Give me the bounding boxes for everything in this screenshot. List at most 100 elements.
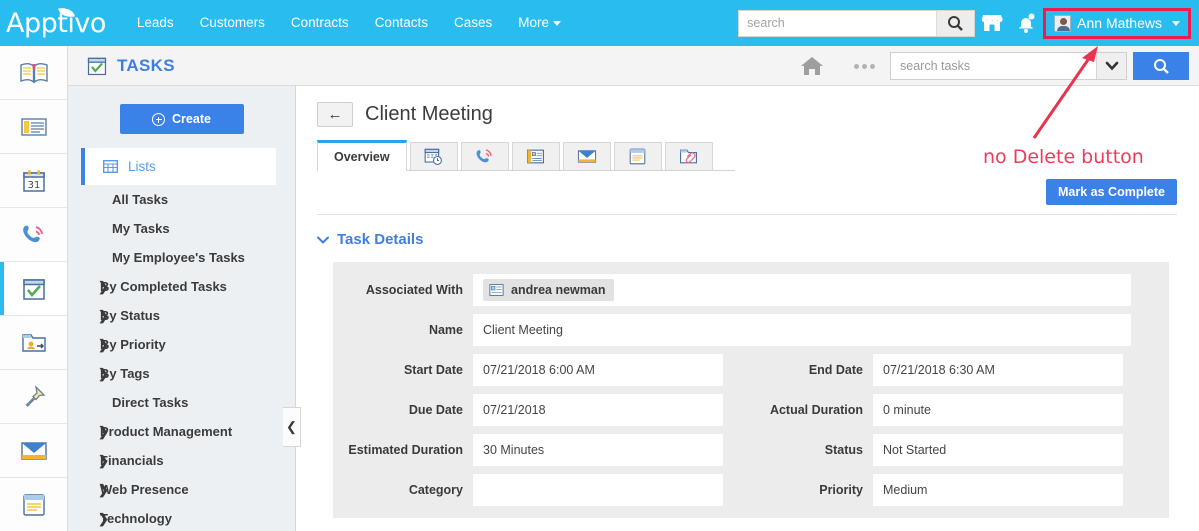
rail-item-tasks[interactable] xyxy=(0,262,67,316)
tasks-check-icon xyxy=(87,57,107,75)
field-value[interactable]: 07/21/2018 6:30 AM xyxy=(873,354,1123,386)
sidebar-item-all-tasks[interactable]: All Tasks xyxy=(68,185,295,214)
chevron-left-icon: ❮ xyxy=(286,419,297,434)
tab-contacts[interactable] xyxy=(511,142,560,170)
sidebar-label: By Completed Tasks xyxy=(100,279,227,294)
book-icon xyxy=(19,62,48,84)
rail-item-book[interactable] xyxy=(0,46,67,100)
sidebar-item-my-employees-tasks[interactable]: My Employee's Tasks xyxy=(68,243,295,272)
record-action-row: Mark as Complete xyxy=(317,171,1177,215)
sidebar-label: My Tasks xyxy=(112,221,170,236)
nav-link-contracts[interactable]: Contracts xyxy=(278,0,362,46)
task-details-title: Task Details xyxy=(337,231,424,248)
associated-contact-chip[interactable]: andrea newman xyxy=(483,279,615,301)
page-title: TASKS xyxy=(117,55,175,75)
nav-link-customers[interactable]: Customers xyxy=(187,0,278,46)
tab-attachments[interactable] xyxy=(664,142,713,170)
task-search-dropdown[interactable] xyxy=(1096,53,1126,79)
ellipsis-icon xyxy=(869,63,875,69)
field-value[interactable]: 07/21/2018 xyxy=(473,394,723,426)
task-search-button[interactable] xyxy=(1133,52,1189,80)
home-button[interactable] xyxy=(786,55,838,77)
field-value[interactable] xyxy=(473,474,723,506)
field-category: Category xyxy=(333,470,723,510)
field-value[interactable]: Medium xyxy=(873,474,1123,506)
chevron-right-icon: ❯ xyxy=(98,481,109,497)
chevron-down-icon xyxy=(317,232,329,247)
email-icon xyxy=(20,441,47,460)
rail-item-notes[interactable] xyxy=(0,478,67,531)
field-associated-with: Associated With andrea newman xyxy=(333,270,1131,310)
tasks-check-icon xyxy=(22,278,45,300)
task-search-input[interactable] xyxy=(891,53,1096,79)
nav-link-cases[interactable]: Cases xyxy=(441,0,505,46)
apptivo-tasks-page: Apptivo Leads Customers Contracts Contac… xyxy=(0,0,1199,531)
tab-emails[interactable] xyxy=(562,142,611,170)
chevron-down-icon xyxy=(553,20,561,26)
mark-as-complete-button[interactable]: Mark as Complete xyxy=(1046,179,1177,205)
global-search-button[interactable] xyxy=(936,10,975,36)
field-label: Start Date xyxy=(403,363,463,377)
back-arrow-icon: ← xyxy=(327,106,343,123)
sidebar-item-lists[interactable]: Lists xyxy=(81,148,276,185)
global-search-input[interactable] xyxy=(739,10,937,36)
global-search xyxy=(738,9,976,37)
attachment-folder-icon xyxy=(680,149,698,164)
rail-item-pin[interactable] xyxy=(0,370,67,424)
apptivo-logo[interactable]: Apptivo xyxy=(6,5,106,37)
sidebar-item-by-tags[interactable]: ❯ By Tags xyxy=(68,359,295,388)
rail-item-calls[interactable] xyxy=(0,208,67,262)
user-menu[interactable]: Ann Mathews xyxy=(1043,7,1191,39)
sidebar-item-financials[interactable]: ❯ Financials xyxy=(68,446,295,475)
sidebar-item-by-completed-tasks[interactable]: ❯ By Completed Tasks xyxy=(68,272,295,301)
rail-item-contacts[interactable] xyxy=(0,316,67,370)
field-label: Status xyxy=(824,443,863,457)
sidebar-collapse-toggle[interactable]: ❮ xyxy=(283,407,301,447)
rail-item-calendar[interactable]: 31 xyxy=(0,154,67,208)
user-name-label: Ann Mathews xyxy=(1077,15,1162,31)
sidebar-item-direct-tasks[interactable]: Direct Tasks xyxy=(68,388,295,417)
field-value[interactable]: 07/21/2018 6:00 AM xyxy=(473,354,723,386)
chevron-right-icon: ❯ xyxy=(98,336,109,352)
field-value[interactable]: 0 minute xyxy=(873,394,1123,426)
search-icon xyxy=(1153,58,1169,74)
sidebar-item-technology[interactable]: ❯ Technology xyxy=(68,504,295,531)
grid-icon xyxy=(103,160,118,173)
tab-overview[interactable]: Overview xyxy=(317,140,407,171)
sidebar-item-by-status[interactable]: ❯ By Status xyxy=(68,301,295,330)
sidebar-item-web-presence[interactable]: ❯ Web Presence xyxy=(68,475,295,504)
annotation-note: no Delete button xyxy=(983,146,1144,168)
chevron-down-icon xyxy=(1105,61,1118,71)
nav-link-leads[interactable]: Leads xyxy=(124,0,187,46)
create-button[interactable]: Create xyxy=(119,104,244,134)
app-store-button[interactable] xyxy=(975,0,1009,46)
notifications-button[interactable] xyxy=(1009,0,1043,46)
more-options-button[interactable] xyxy=(838,63,890,69)
field-row: Associated With andrea newman xyxy=(333,270,1169,310)
news-icon xyxy=(20,117,47,136)
tab-activities[interactable] xyxy=(409,142,458,170)
nav-link-contacts[interactable]: Contacts xyxy=(362,0,441,46)
field-value[interactable]: Client Meeting xyxy=(473,314,1131,346)
back-button[interactable]: ← xyxy=(317,102,353,127)
chevron-right-icon: ❯ xyxy=(98,510,109,526)
tab-notes[interactable] xyxy=(613,142,662,170)
rail-item-email[interactable] xyxy=(0,424,67,478)
tab-calls[interactable] xyxy=(460,142,509,170)
field-value[interactable]: 30 Minutes xyxy=(473,434,723,466)
app-icon-rail: 31 xyxy=(0,46,68,531)
field-row: Due Date 07/21/2018 Actual Duration 0 mi… xyxy=(333,390,1169,430)
rail-item-news[interactable] xyxy=(0,100,67,154)
sidebar-item-by-priority[interactable]: ❯ By Priority xyxy=(68,330,295,359)
envelope-icon xyxy=(577,150,596,163)
bell-icon xyxy=(1019,13,1035,33)
task-details-section-header[interactable]: Task Details xyxy=(317,231,1199,248)
field-value[interactable]: andrea newman xyxy=(473,274,1131,306)
field-value[interactable]: Not Started xyxy=(873,434,1123,466)
field-end-date: End Date 07/21/2018 6:30 AM xyxy=(723,350,1123,390)
app-header-actions xyxy=(786,46,1189,86)
search-icon xyxy=(948,15,964,31)
nav-link-more[interactable]: More xyxy=(505,0,574,46)
sidebar-item-product-management[interactable]: ❯ Product Management xyxy=(68,417,295,446)
sidebar-item-my-tasks[interactable]: My Tasks xyxy=(68,214,295,243)
